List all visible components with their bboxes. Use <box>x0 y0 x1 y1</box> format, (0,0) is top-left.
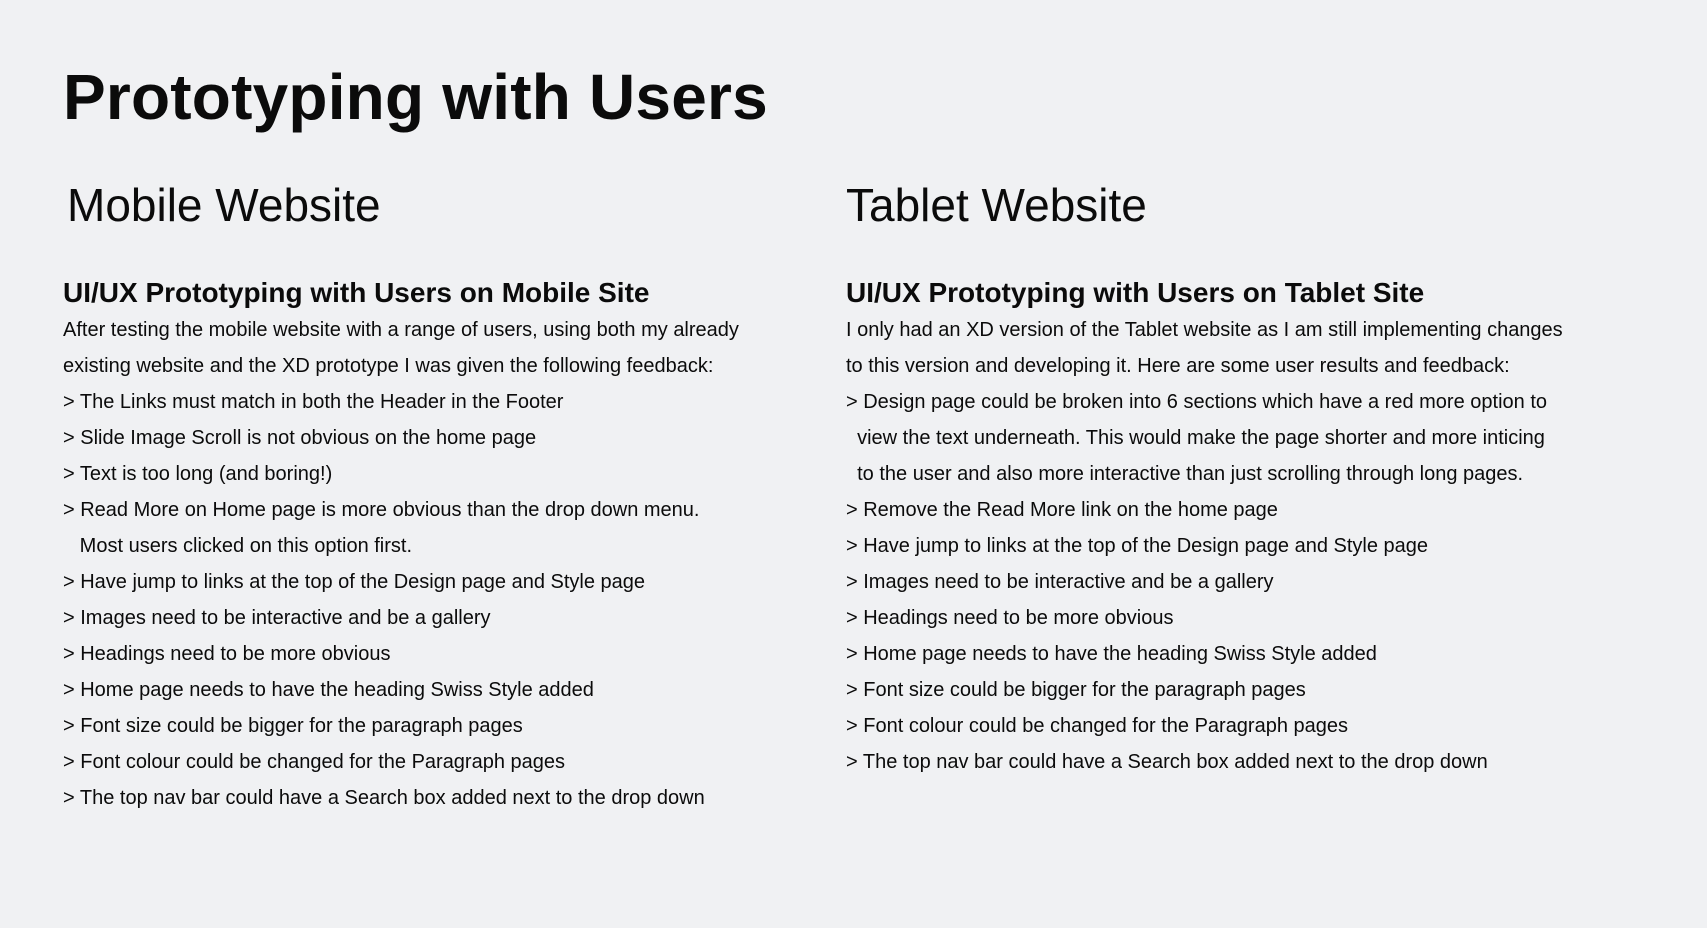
mobile-sub-heading: UI/UX Prototyping with Users on Mobile S… <box>63 276 650 308</box>
tablet-website-column: Tablet Website UI/UX Prototyping with Us… <box>846 180 1586 780</box>
tablet-sub-heading: UI/UX Prototyping with Users on Tablet S… <box>846 276 1425 308</box>
tablet-section-title: Tablet Website <box>846 179 1147 231</box>
mobile-intro-line: After testing the mobile website with a … <box>63 318 739 341</box>
mobile-feedback-item: > Font size could be bigger for the para… <box>63 714 523 737</box>
tablet-feedback-item: to the user and also more interactive th… <box>846 462 1524 485</box>
tablet-intro: I only had an XD version of the Tablet w… <box>846 312 1586 384</box>
tablet-feedback-item: > Remove the Read More link on the home … <box>846 498 1278 521</box>
mobile-intro-line: existing website and the XD prototype I … <box>63 354 714 377</box>
mobile-feedback-item: > The top nav bar could have a Search bo… <box>63 786 705 809</box>
tablet-intro-line: to this version and developing it. Here … <box>846 354 1510 377</box>
tablet-feedback-item: > Font size could be bigger for the para… <box>846 678 1306 701</box>
mobile-feedback-item: > The Links must match in both the Heade… <box>63 390 564 413</box>
mobile-feedback-item: > Text is too long (and boring!) <box>63 462 333 485</box>
tablet-feedback-item: > Home page needs to have the heading Sw… <box>846 642 1377 665</box>
tablet-feedback-item: > The top nav bar could have a Search bo… <box>846 750 1488 773</box>
mobile-section-title: Mobile Website <box>67 179 381 231</box>
mobile-website-column: Mobile Website UI/UX Prototyping with Us… <box>63 180 803 816</box>
tablet-feedback-item: > Font colour could be changed for the P… <box>846 714 1349 737</box>
tablet-feedback-item: > Headings need to be more obvious <box>846 606 1174 629</box>
tablet-feedback-item: > Design page could be broken into 6 sec… <box>846 390 1547 413</box>
tablet-feedback-item: view the text underneath. This would mak… <box>846 426 1545 449</box>
mobile-feedback-item: > Read More on Home page is more obvious… <box>63 498 700 521</box>
page-title: Prototyping with Users <box>63 61 768 133</box>
mobile-feedback-item: > Headings need to be more obvious <box>63 642 391 665</box>
mobile-feedback-item: > Home page needs to have the heading Sw… <box>63 678 594 701</box>
mobile-feedback-list: > The Links must match in both the Heade… <box>63 384 803 816</box>
tablet-feedback-item: > Have jump to links at the top of the D… <box>846 534 1429 557</box>
mobile-feedback-item: > Have jump to links at the top of the D… <box>63 570 646 593</box>
mobile-intro: After testing the mobile website with a … <box>63 312 803 384</box>
mobile-feedback-item: > Images need to be interactive and be a… <box>63 606 491 629</box>
mobile-feedback-item: > Font colour could be changed for the P… <box>63 750 566 773</box>
tablet-intro-line: I only had an XD version of the Tablet w… <box>846 318 1563 341</box>
mobile-feedback-item: > Slide Image Scroll is not obvious on t… <box>63 426 537 449</box>
tablet-feedback-list: > Design page could be broken into 6 sec… <box>846 384 1586 780</box>
tablet-feedback-item: > Images need to be interactive and be a… <box>846 570 1274 593</box>
mobile-feedback-item: Most users clicked on this option first. <box>63 534 413 557</box>
